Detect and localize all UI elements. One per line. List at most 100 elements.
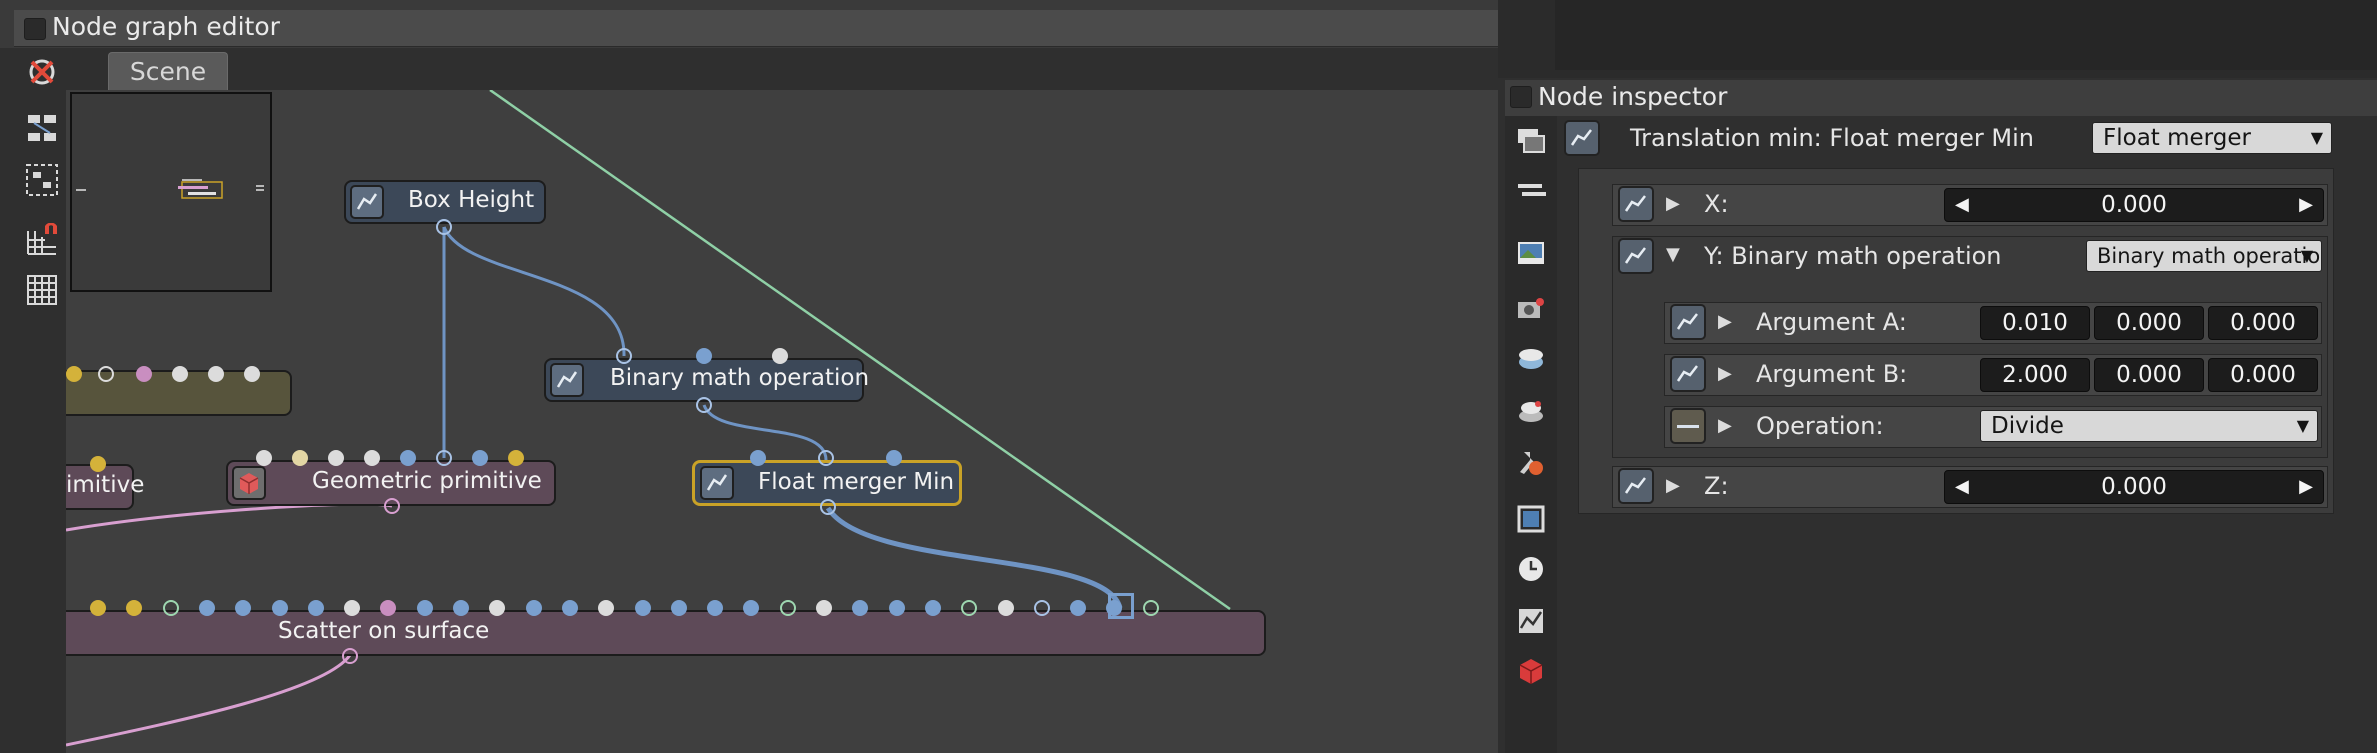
input-port[interactable] [436,450,452,466]
scatter-input-port[interactable] [453,600,469,616]
increment-arrow-icon[interactable]: ▶ [2299,189,2313,221]
grid-button[interactable] [24,272,60,308]
scatter-input-port[interactable] [307,600,324,616]
cube-icon[interactable] [1514,654,1548,688]
input-port[interactable] [136,366,152,382]
header-type-dropdown[interactable]: Float merger ▼ [2092,122,2332,154]
x-value: 0.000 [2101,192,2167,218]
scatter-input-port[interactable] [344,600,361,616]
operation-toggle[interactable] [1670,408,1706,444]
input-port[interactable] [328,450,344,466]
scatter-input-port[interactable] [1033,600,1050,616]
input-port[interactable] [208,366,224,382]
render-layer-icon[interactable] [1514,394,1548,428]
graph-canvas[interactable]: imitive Box Height Binary math operation… [66,90,1498,753]
editor-panel-checkbox[interactable] [24,18,46,40]
input-port[interactable] [364,450,380,466]
expand-arrow-icon[interactable]: ▶ [1666,475,1680,496]
output-port[interactable] [384,498,400,514]
link-box-height-to-binary-math [442,226,626,357]
input-port[interactable] [772,348,788,364]
cloud-layer-icon[interactable] [1514,342,1548,376]
list-icon[interactable] [1514,174,1548,208]
input-port[interactable] [508,450,524,466]
output-port[interactable] [696,397,712,413]
argument-a-z-field[interactable]: 0.000 [2208,306,2318,340]
z-value-slider[interactable]: ◀ 0.000 ▶ [1944,470,2324,504]
scatter-on-surface-node[interactable] [66,610,1266,656]
decrement-arrow-icon[interactable]: ◀ [1955,189,1969,221]
input-port[interactable] [98,366,114,382]
input-port[interactable] [256,450,272,466]
input-port[interactable] [400,450,416,466]
layers-icon[interactable] [1514,124,1548,158]
scatter-input-port[interactable] [561,600,578,616]
argument-b-x-field[interactable]: 2.000 [1980,358,2090,392]
scatter-input-port[interactable] [634,600,651,616]
scatter-input-port[interactable] [1070,600,1087,616]
scatter-input-port[interactable] [525,600,542,616]
scatter-input-port[interactable] [198,600,215,616]
scatter-input-port[interactable] [162,600,179,616]
graph-icon[interactable] [1514,604,1548,638]
inspector-panel-checkbox[interactable] [1510,86,1532,108]
input-port[interactable] [616,348,632,364]
input-port[interactable] [244,366,260,382]
argument-b-y-field[interactable]: 0.000 [2094,358,2204,392]
input-port[interactable] [886,450,902,466]
argument-b-graph-toggle[interactable] [1670,356,1706,392]
tab-scene[interactable]: Scene [108,52,228,91]
input-port[interactable] [90,456,106,472]
frame-graph-button[interactable] [24,162,60,198]
output-port[interactable] [820,499,836,515]
input-port[interactable] [66,366,82,382]
scatter-input-port[interactable] [90,600,106,616]
expand-arrow-icon[interactable]: ▶ [1718,363,1732,384]
expand-arrow-icon[interactable]: ▶ [1718,415,1732,436]
x-graph-toggle[interactable] [1618,186,1654,222]
scatter-input-port[interactable] [271,600,288,616]
y-type-dropdown[interactable]: Binary math operation ▼ [2086,240,2322,272]
expand-arrow-icon[interactable]: ▶ [1718,311,1732,332]
material-icon[interactable] [1514,446,1548,480]
cancel-links-button[interactable] [24,54,60,90]
header-graph-toggle[interactable] [1564,120,1600,156]
z-graph-toggle[interactable] [1618,468,1654,504]
scatter-input-port[interactable] [779,600,796,616]
grid-icon [27,275,57,305]
output-port[interactable] [342,648,358,664]
argument-a-x-field[interactable]: 0.010 [1980,306,2090,340]
argument-b-z-field[interactable]: 0.000 [2208,358,2318,392]
x-value-slider[interactable]: ◀ 0.000 ▶ [1944,188,2324,222]
scatter-input-port[interactable] [670,600,687,616]
camera-icon[interactable] [1514,292,1548,326]
input-port[interactable] [750,450,766,466]
input-port[interactable] [696,348,712,364]
scatter-input-port[interactable] [997,600,1014,616]
input-port[interactable] [292,450,308,466]
output-port[interactable] [436,219,452,235]
y-graph-toggle[interactable] [1618,238,1654,274]
argument-a-y-field[interactable]: 0.000 [2094,306,2204,340]
scatter-input-port[interactable] [888,600,905,616]
collapse-arrow-icon[interactable]: ▼ [1666,244,1680,265]
argument-a-graph-toggle[interactable] [1670,304,1706,340]
decrement-arrow-icon[interactable]: ◀ [1955,471,1969,503]
image-icon[interactable] [1514,236,1548,270]
increment-arrow-icon[interactable]: ▶ [2299,471,2313,503]
input-port[interactable] [472,450,488,466]
scatter-input-port[interactable] [1142,600,1159,616]
grid-snap-button[interactable] [24,222,60,258]
scatter-input-port[interactable] [416,600,433,616]
frame-icon[interactable] [1514,502,1548,536]
clock-icon[interactable] [1514,552,1548,586]
scatter-input-port[interactable] [816,600,832,616]
expand-arrow-icon[interactable]: ▶ [1666,193,1680,214]
graph-minimap[interactable] [70,92,272,292]
layout-graph-button[interactable] [24,110,60,146]
scatter-input-port[interactable] [924,600,941,616]
input-port[interactable] [172,366,188,382]
input-port[interactable] [818,450,834,466]
operation-dropdown[interactable]: Divide ▼ [1980,410,2318,442]
scatter-input-port[interactable] [707,600,724,616]
